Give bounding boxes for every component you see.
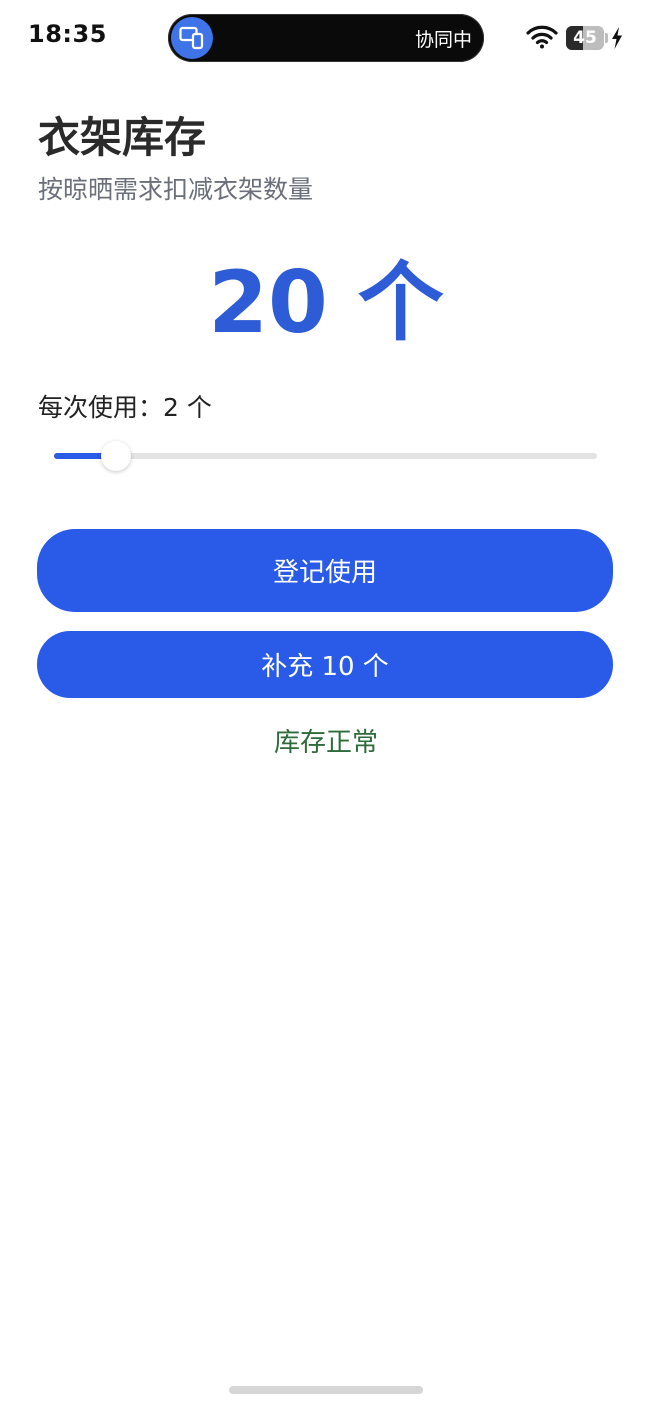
record-use-button[interactable]: 登记使用 xyxy=(37,529,613,612)
battery-level: 45 xyxy=(573,28,597,48)
refill-button[interactable]: 补充 10 个 xyxy=(37,631,613,698)
devices-icon xyxy=(171,17,213,59)
slider-thumb[interactable] xyxy=(101,441,131,471)
page-subtitle: 按晾晒需求扣减衣架数量 xyxy=(38,175,314,204)
collab-pill[interactable]: 协同中 xyxy=(168,14,484,62)
wifi-icon xyxy=(526,25,558,53)
stock-status-text: 库存正常 xyxy=(273,728,378,758)
charging-icon xyxy=(611,27,623,53)
status-time: 18:35 xyxy=(28,20,107,48)
usage-per-time-label: 每次使用：2 个 xyxy=(38,393,212,422)
stock-count: 20 个 xyxy=(208,253,444,353)
battery-icon: 45 xyxy=(566,26,604,50)
slider-track[interactable] xyxy=(54,453,597,459)
home-indicator[interactable] xyxy=(229,1386,423,1394)
page-title: 衣架库存 xyxy=(38,113,207,162)
collab-status-text: 协同中 xyxy=(414,29,472,51)
battery-nub xyxy=(605,33,608,43)
usage-slider[interactable] xyxy=(54,440,597,472)
status-bar: 18:35 协同中 45 xyxy=(0,0,652,76)
